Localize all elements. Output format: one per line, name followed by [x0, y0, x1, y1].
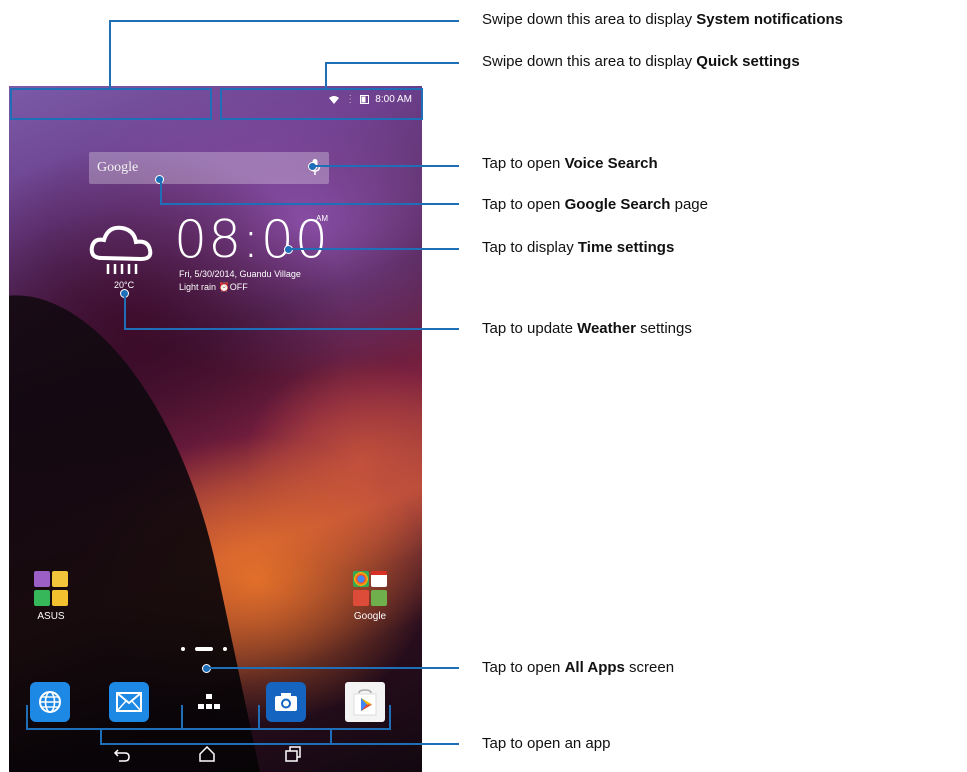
- alarm-icon: ⏰: [218, 282, 230, 292]
- callout-google-search: Tap to open Google Search page: [482, 196, 708, 213]
- google-plus-icon: [353, 590, 369, 606]
- browser-icon[interactable]: [30, 682, 70, 722]
- folder-name: Google: [353, 611, 387, 622]
- navigation-bar: [9, 736, 422, 772]
- weather-text: Light rain: [179, 282, 217, 292]
- callout-time-settings: Tap to display Time settings: [482, 239, 675, 256]
- tasks-app-icon: [34, 571, 50, 587]
- home-icon[interactable]: [198, 746, 216, 762]
- play-store-icon[interactable]: [345, 682, 385, 722]
- chrome-icon: [353, 571, 369, 587]
- page-indicator: [181, 647, 227, 651]
- system-notifications-area[interactable]: [10, 88, 212, 120]
- callout-open-app: Tap to open an app: [482, 735, 611, 752]
- clock-time[interactable]: 08:00: [174, 214, 329, 266]
- phone-screen: ⋮ 8:00 AM Google 20°C 08:00 AM Fri, 5/30…: [9, 86, 422, 772]
- email-icon[interactable]: [109, 682, 149, 722]
- callout-system-notifications: Swipe down this area to display System n…: [482, 11, 843, 28]
- maps-icon: [371, 590, 387, 606]
- weather-info: Light rain ⏰OFF: [179, 282, 248, 293]
- gmail-icon: [371, 571, 387, 587]
- search-label: Google: [97, 160, 139, 175]
- quick-settings-area[interactable]: [220, 88, 423, 120]
- folder-name: ASUS: [37, 611, 65, 622]
- files-app-icon: [52, 590, 68, 606]
- callout-voice-search: Tap to open Voice Search: [482, 155, 658, 172]
- back-icon[interactable]: [113, 746, 131, 762]
- music-app-icon: [34, 590, 50, 606]
- clock-date: Fri, 5/30/2014, Guandu Village: [179, 269, 301, 279]
- folder-asus[interactable]: ASUS: [26, 571, 76, 622]
- callout-weather-settings: Tap to update Weather settings: [482, 320, 692, 337]
- map-app-icon: [52, 571, 68, 587]
- callout-quick-settings: Swipe down this area to display Quick se…: [482, 53, 800, 70]
- all-apps-icon[interactable]: [189, 682, 229, 722]
- google-search-bar[interactable]: Google: [89, 152, 329, 184]
- callout-all-apps: Tap to open All Apps screen: [482, 659, 675, 676]
- camera-icon[interactable]: [266, 682, 306, 722]
- clock-ampm: AM: [316, 214, 328, 223]
- folder-google[interactable]: Google: [345, 571, 395, 622]
- recent-apps-icon[interactable]: [284, 746, 302, 762]
- alarm-status: OFF: [229, 282, 248, 292]
